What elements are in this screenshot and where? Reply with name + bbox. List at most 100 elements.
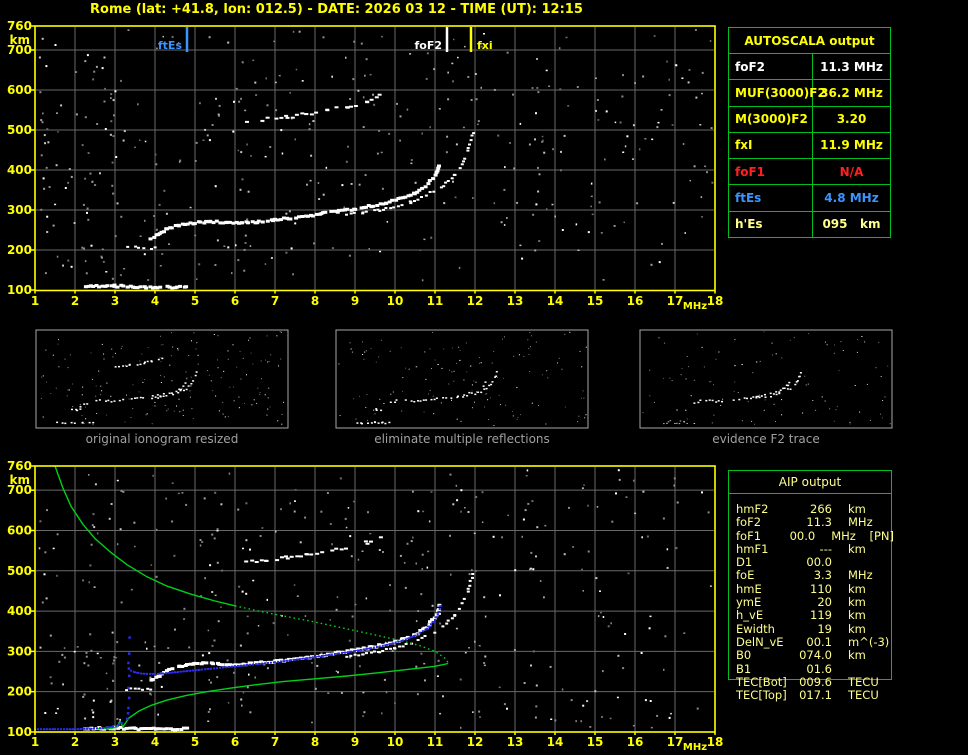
table-row: D1 00.0 [728, 555, 894, 570]
table-row: TEC[Bot] 009.6 TECU [728, 674, 894, 689]
plot-frame [30, 465, 716, 735]
row-label: hmF1 [736, 541, 769, 556]
row-unit [848, 556, 892, 569]
svg-text:100: 100 [7, 725, 32, 739]
row-value: 00.0 [789, 528, 816, 543]
row-label: M(3000)F2 [729, 106, 813, 132]
svg-text:km: km [10, 33, 30, 47]
svg-text:400: 400 [7, 163, 32, 177]
row-value: 11.9 MHz [820, 138, 883, 153]
table-row: B0 074.0 km [728, 648, 894, 663]
row-label: fxI [729, 132, 813, 159]
svg-text:18: 18 [707, 735, 724, 749]
row-unit: TECU [848, 688, 879, 703]
row-label: foF1 [736, 528, 762, 543]
row-unit: km [848, 608, 866, 623]
thumbnail-caption-eliminate: eliminate multiple reflections [374, 432, 550, 446]
svg-text:18: 18 [707, 294, 724, 308]
table-row: foE 3.3 MHz [728, 568, 894, 583]
echo-traces [83, 536, 475, 732]
svg-text:200: 200 [7, 685, 32, 699]
svg-text:15: 15 [587, 294, 604, 308]
table-row: ymE 20 km [728, 595, 894, 610]
thumbnail-2 [639, 329, 893, 429]
row-label: DelN_vE [736, 634, 784, 649]
svg-text:11: 11 [427, 735, 444, 749]
table-row: fxI 11.9 MHz [729, 132, 890, 160]
svg-text:10: 10 [387, 294, 404, 308]
svg-text:7: 7 [271, 735, 279, 749]
table-row: foF1 N/A [729, 159, 890, 186]
row-value: 110 [810, 581, 832, 596]
row-unit [848, 663, 892, 676]
row-unit: km [848, 502, 866, 516]
svg-text:17: 17 [667, 294, 684, 308]
row-value: 00.0 [806, 555, 832, 570]
svg-text:300: 300 [7, 644, 32, 658]
svg-text:2: 2 [71, 294, 79, 308]
row-label: foF2 [736, 515, 762, 530]
axis-labels: 1 2 3 4 5 6 7 8 9 10 11 12 13 14 15 16 17 18MHz7607006005… [7, 19, 723, 312]
table-row: Ewidth 19 km [728, 621, 894, 636]
row-value: 017.1 [799, 688, 832, 703]
row-value: 00.1 [806, 634, 832, 649]
row-label: h'Es [729, 211, 813, 237]
svg-text:13: 13 [507, 294, 524, 308]
row-value: 20 [817, 595, 832, 610]
table-row: DelN_vE 00.1 m^(-3) [728, 634, 894, 649]
svg-text:500: 500 [7, 123, 32, 137]
svg-text:5: 5 [191, 294, 199, 308]
row-extra: [PN] [869, 528, 895, 543]
svg-text:200: 200 [7, 243, 32, 257]
row-value: 009.6 [799, 674, 832, 689]
row-value: 3.3 [813, 568, 832, 583]
svg-text:16: 16 [627, 735, 644, 749]
svg-text:12: 12 [467, 735, 484, 749]
aip-table-header: AIP output [728, 470, 892, 494]
row-value: --- [819, 541, 832, 556]
table-row: TEC[Top] 017.1 TECU [728, 688, 894, 703]
row-value: 095 km [822, 217, 881, 232]
row-unit: TECU [848, 674, 879, 689]
svg-text:ftEs: ftEs [158, 39, 183, 52]
svg-text:7: 7 [271, 294, 279, 308]
svg-text:17: 17 [667, 735, 684, 749]
row-unit: m^(-3) [848, 634, 890, 649]
svg-text:14: 14 [547, 735, 564, 749]
marker-foF2: foF2 [414, 27, 449, 52]
marker-fxi: fxi [469, 27, 493, 52]
row-value: 11.3 [806, 515, 832, 530]
table-row: MUF(3000)F2 36.2 MHz [729, 80, 890, 107]
thumbnail-caption-evidence: evidence F2 trace [712, 432, 820, 446]
axis-labels: 1 2 3 4 5 6 7 8 9 10 11 12 13 14 15 16 17 18MHz7607006005… [7, 459, 723, 753]
svg-text:600: 600 [7, 523, 32, 537]
row-label: TEC[Bot] [736, 674, 787, 689]
table-row: foF1 00.0 MHz [PN] [728, 528, 895, 543]
row-unit: km [848, 541, 866, 556]
svg-text:1: 1 [31, 294, 39, 308]
autoscala-table-header: AUTOSCALA output [729, 28, 890, 54]
row-label: Ewidth [736, 621, 775, 636]
echo-traces [83, 93, 476, 290]
svg-text:9: 9 [351, 735, 359, 749]
page-title: Rome (lat: +41.8, lon: 012.5) - DATE: 20… [90, 2, 583, 17]
svg-text:2: 2 [71, 735, 79, 749]
svg-text:760: 760 [7, 19, 32, 33]
svg-text:1: 1 [31, 735, 39, 749]
svg-text:13: 13 [507, 735, 524, 749]
table-row: h_vE 119 km [728, 608, 894, 623]
top-ionogram-plot: 1 2 3 4 5 6 7 8 9 10 11 12 13 14 15 16 17 18MHz7607006005… [7, 19, 723, 312]
svg-text:11: 11 [427, 294, 444, 308]
noise-speckle [38, 29, 714, 282]
row-unit: MHz [848, 568, 873, 583]
row-label: ymE [736, 595, 762, 610]
aip-output-table: AIP output hmF2 266 km foF2 11.3 MHz foF1 00.0 M… [728, 470, 894, 706]
row-label: ftEs [729, 185, 813, 211]
noise-speckle [38, 469, 712, 729]
table-row: foF2 11.3 MHz [729, 54, 890, 81]
svg-text:15: 15 [587, 735, 604, 749]
row-unit: km [848, 621, 866, 636]
row-value: 074.0 [799, 648, 832, 663]
row-value: N/A [839, 164, 864, 179]
svg-text:4: 4 [151, 294, 159, 308]
